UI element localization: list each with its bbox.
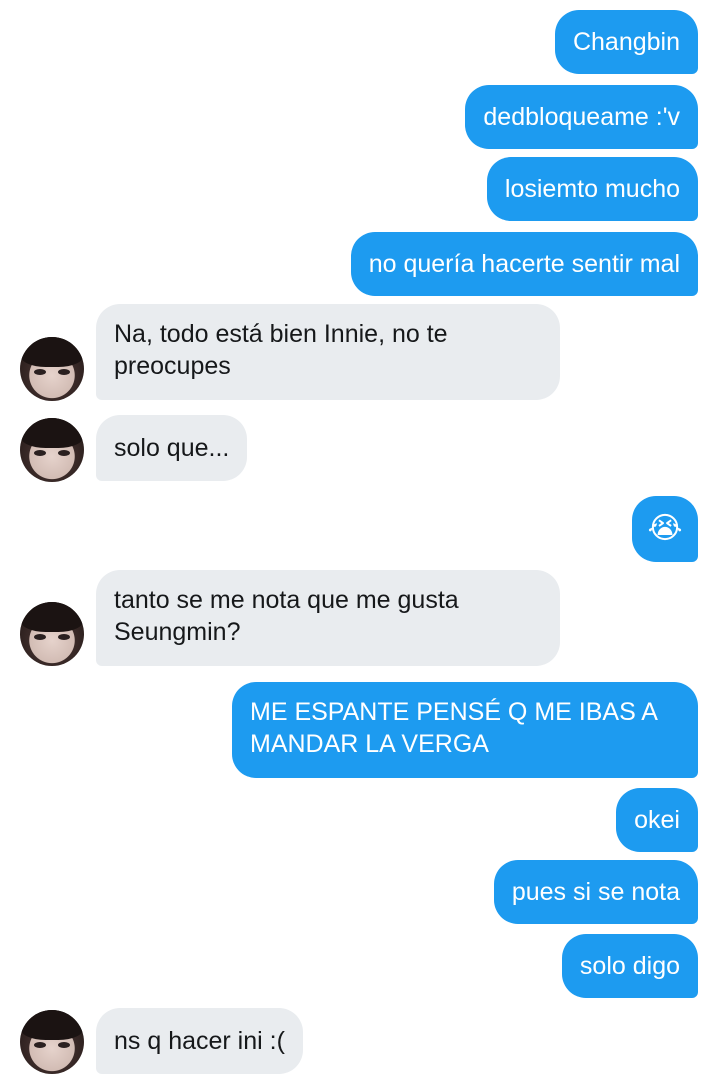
- contact-avatar[interactable]: [20, 337, 84, 401]
- message-received[interactable]: ns q hacer ini :(: [96, 1008, 303, 1074]
- message-received[interactable]: tanto se me nota que me gusta Seungmin?: [96, 570, 560, 666]
- message-text: Changbin: [572, 28, 680, 56]
- contact-avatar[interactable]: [20, 602, 84, 666]
- message-sent[interactable]: pues si se nota: [493, 860, 698, 924]
- chat-thread: Changbin dedbloqueame :'v losiemto mucho…: [0, 0, 720, 1086]
- message-text: ME ESPANTE PENSÉ Q ME IBAS A MANDAR LA V…: [250, 698, 657, 758]
- message-text: ns q hacer ini :(: [114, 1027, 285, 1055]
- message-sent[interactable]: 😭: [632, 496, 698, 562]
- message-sent[interactable]: Changbin: [554, 10, 698, 74]
- contact-avatar[interactable]: [20, 1010, 84, 1074]
- message-sent[interactable]: dedbloqueame :'v: [465, 85, 698, 149]
- message-sent[interactable]: solo digo: [561, 934, 698, 998]
- message-text: tanto se me nota que me gusta Seungmin?: [114, 586, 459, 646]
- message-text: no quería hacerte sentir mal: [368, 250, 680, 278]
- message-received[interactable]: solo que...: [96, 415, 248, 481]
- message-sent[interactable]: ME ESPANTE PENSÉ Q ME IBAS A MANDAR LA V…: [232, 682, 698, 778]
- message-text: Na, todo está bien Innie, no te preocupe…: [114, 320, 448, 380]
- message-text: losiemto mucho: [504, 175, 680, 203]
- message-text: solo digo: [579, 952, 680, 980]
- loudly-crying-face-icon: 😭: [647, 511, 683, 546]
- message-sent[interactable]: losiemto mucho: [486, 157, 698, 221]
- message-text: dedbloqueame :'v: [483, 103, 680, 131]
- contact-avatar[interactable]: [20, 418, 84, 482]
- message-received[interactable]: Na, todo está bien Innie, no te preocupe…: [96, 304, 560, 400]
- message-text: solo que...: [114, 434, 230, 462]
- message-text: okei: [634, 806, 680, 834]
- message-sent[interactable]: no quería hacerte sentir mal: [350, 232, 698, 296]
- message-text: pues si se nota: [511, 878, 680, 906]
- message-sent[interactable]: okei: [616, 788, 698, 852]
